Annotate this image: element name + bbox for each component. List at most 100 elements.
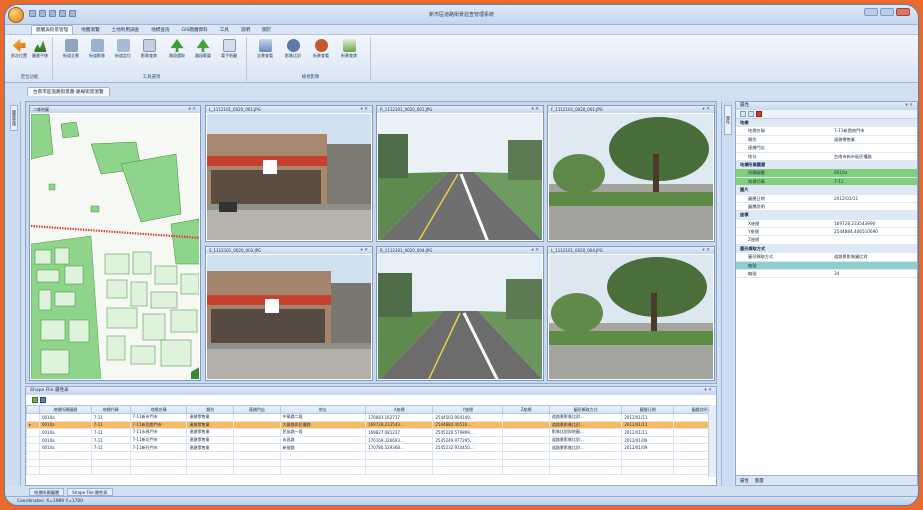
property-category[interactable]: 圖形擷取方式 xyxy=(736,244,917,254)
map-pane[interactable]: 二維地圖 ▾ ✕ xyxy=(29,105,201,381)
property-row[interactable]: X座標 169728.233543990 xyxy=(736,220,917,229)
export-icon[interactable] xyxy=(32,397,38,403)
property-row[interactable]: 類別 連鎖零售業 xyxy=(736,136,917,145)
table-row[interactable]: 0010a 7-11 7-11新市門市 連鎖零售業 中華路二段 170081.162717… xyxy=(26,413,710,422)
pan-layer-button[interactable]: 圖層平移 xyxy=(30,39,50,69)
property-row[interactable]: 圖層日期 2012/01/11 xyxy=(736,195,917,203)
column-header[interactable]: 圖層說明 xyxy=(673,405,710,414)
pin-icon[interactable]: ▾ ✕ xyxy=(703,106,710,113)
bottom-tab[interactable]: Shape File 屬性表 xyxy=(67,488,113,496)
street-photo[interactable] xyxy=(549,114,713,240)
sort-icon[interactable] xyxy=(740,111,746,117)
document-tab[interactable]: 台南市區道路街景圖-路線街景瀏覽 xyxy=(27,87,110,96)
property-row[interactable]: 地址 台南市新市區民權路 xyxy=(736,153,917,161)
map-canvas[interactable] xyxy=(31,114,199,379)
pin-icon[interactable]: ▾ ✕ xyxy=(704,387,712,395)
image-compare-button[interactable]: 影像比對 xyxy=(283,39,303,69)
ribbon-tab[interactable]: 關於 xyxy=(258,26,275,34)
table-row[interactable] xyxy=(26,466,710,475)
street-image-button[interactable]: 街道影像 xyxy=(87,39,107,69)
pin-icon[interactable]: ▾ ✕ xyxy=(189,106,196,113)
footer-tab[interactable]: 屬性 xyxy=(740,478,749,484)
column-header[interactable]: Y座標 xyxy=(432,405,504,414)
column-header[interactable]: X座標 xyxy=(365,405,434,414)
table-row[interactable]: 0010a 7-11 7-11永昇門市 連鎖零售業 民族路一段 169827.081237… xyxy=(26,428,710,437)
delete-icon[interactable] xyxy=(756,111,762,117)
table-scrollbar[interactable] xyxy=(708,405,716,477)
pin-icon[interactable]: ▾ ✕ xyxy=(703,247,710,254)
street-photo-pane[interactable]: R_1112101_0020_001.JPG ▾ ✕ xyxy=(376,105,544,242)
street-photo-pane[interactable]: L_1112101_0020_001.JPG ▾ ✕ xyxy=(205,105,373,242)
ribbon-tab[interactable]: GIS圖層資料 xyxy=(178,26,212,34)
table-row[interactable] xyxy=(26,458,710,468)
bottom-tab[interactable]: 地標所屬圖層 xyxy=(29,488,65,496)
category-icon[interactable] xyxy=(748,111,754,117)
street-photo[interactable] xyxy=(207,114,371,240)
pin-icon[interactable]: ▾ ✕ xyxy=(361,247,368,254)
street-photo[interactable] xyxy=(549,255,713,379)
column-header[interactable]: 圖形擷取方式 xyxy=(548,405,623,414)
street-photo[interactable] xyxy=(207,255,371,379)
panorama-view-button[interactable]: 全景查看 xyxy=(255,39,275,69)
road-range-button[interactable]: 路段範圍 xyxy=(193,39,213,69)
property-category[interactable]: 地標 xyxy=(736,119,917,128)
column-header[interactable]: 地標代碼 xyxy=(90,405,131,414)
refresh-icon[interactable] xyxy=(40,397,46,403)
prev-location-button[interactable]: 前次位置 xyxy=(9,39,29,69)
maximize-button[interactable] xyxy=(880,8,894,16)
ribbon-tab[interactable]: 說明 xyxy=(237,26,254,34)
property-row[interactable]: Y座標 2544884.406510690 xyxy=(736,228,917,237)
pin-icon[interactable]: ▾ ✕ xyxy=(361,106,368,113)
image-query-button[interactable]: 影像查詢 xyxy=(139,39,159,69)
table-row[interactable]: 0010a 7-11 7-11新坊門市 連鎖零售業 永昌路 170169.326693… 2… xyxy=(26,435,710,445)
street-query-button[interactable]: 街景查詢 xyxy=(339,39,359,69)
property-category[interactable]: 地標所屬圖層 xyxy=(736,160,917,170)
ribbon-tab[interactable]: 工具 xyxy=(216,26,233,34)
footer-tab[interactable]: 圖層 xyxy=(755,478,764,484)
property-row[interactable]: 地標代碼 7-11 xyxy=(736,177,917,187)
table-cell: 連鎖零售業 xyxy=(186,413,235,422)
property-row[interactable]: 連鎖門店 xyxy=(736,144,917,153)
ribbon-tab[interactable]: 土地利用調查 xyxy=(108,26,144,34)
close-button[interactable] xyxy=(896,8,910,16)
street-panorama-button[interactable]: 街道全景 xyxy=(61,39,81,69)
property-row[interactable]: 圖層說明 xyxy=(736,203,917,212)
road-select-button[interactable]: 路段選取 xyxy=(167,39,187,69)
street-photo-pane[interactable]: L_1112101_0020_004.JPG ▾ ✕ xyxy=(547,246,715,381)
property-row[interactable]: 編號 xyxy=(736,261,917,271)
e-map-button[interactable]: 電子地圖 xyxy=(219,39,239,69)
column-header[interactable]: 圖層日期 xyxy=(621,405,675,414)
column-header[interactable]: 地標名稱 xyxy=(129,405,188,414)
street-photo[interactable] xyxy=(378,255,542,379)
pin-icon[interactable]: ▾ ✕ xyxy=(532,247,539,254)
attribute-panel-tab[interactable]: 屬性 xyxy=(724,105,732,135)
property-row[interactable]: 所屬圖層 0010a xyxy=(736,169,917,178)
column-header[interactable]: 地址 xyxy=(279,405,367,414)
ribbon-tab[interactable]: 地圖瀏覽 xyxy=(77,26,103,34)
table-row[interactable]: ▸ 0010a 7-11 7-11新園南門市 連鎖零售業 大營路與民權路 169728.23… xyxy=(26,420,710,430)
pin-icon[interactable]: ▾ ✕ xyxy=(905,102,913,110)
street-locate-button[interactable]: 街道定位 xyxy=(113,39,133,69)
table-row[interactable]: 0010a 7-11 7-11新旺門市 連鎖零售業 新營路 170780.529368… 2… xyxy=(26,443,710,452)
column-header[interactable]: 連鎖門店 xyxy=(233,405,281,414)
property-row[interactable]: Z座標 xyxy=(736,236,917,245)
street-view-button[interactable]: 街景查看 xyxy=(311,39,331,69)
property-row[interactable]: 地標名稱 7-11新園南門市 xyxy=(736,127,917,136)
street-photo-pane[interactable]: F_1112101_0020_001.JPG ▾ ✕ xyxy=(547,105,715,242)
property-row[interactable]: 編號 34 xyxy=(736,270,917,279)
table-row[interactable] xyxy=(26,450,710,460)
street-photo[interactable] xyxy=(378,114,542,240)
street-photo-pane[interactable]: R_1112101_0020_004.JPG ▾ ✕ xyxy=(376,246,544,381)
pin-icon[interactable]: ▾ ✕ xyxy=(532,106,539,113)
ribbon-tab[interactable]: 圖層與街景管理 xyxy=(31,25,74,34)
column-header[interactable]: Z座標 xyxy=(502,405,550,414)
street-photo-pane[interactable]: S_1112101_0020_003.JPG ▾ ✕ xyxy=(205,246,373,381)
property-category[interactable]: 圖片 xyxy=(736,186,917,195)
column-header[interactable]: 類別 xyxy=(186,405,235,414)
property-category[interactable]: 座標 xyxy=(736,211,917,220)
column-header[interactable]: 地標所屬圖層 xyxy=(38,405,92,414)
property-row[interactable]: 圖形擷取方式 道路景影像圖比對 xyxy=(736,253,917,262)
minimize-button[interactable] xyxy=(864,8,878,16)
ribbon-tab[interactable]: 地標查詢 xyxy=(147,26,173,34)
layer-panel-tab[interactable]: 圖層管理 xyxy=(10,105,18,131)
